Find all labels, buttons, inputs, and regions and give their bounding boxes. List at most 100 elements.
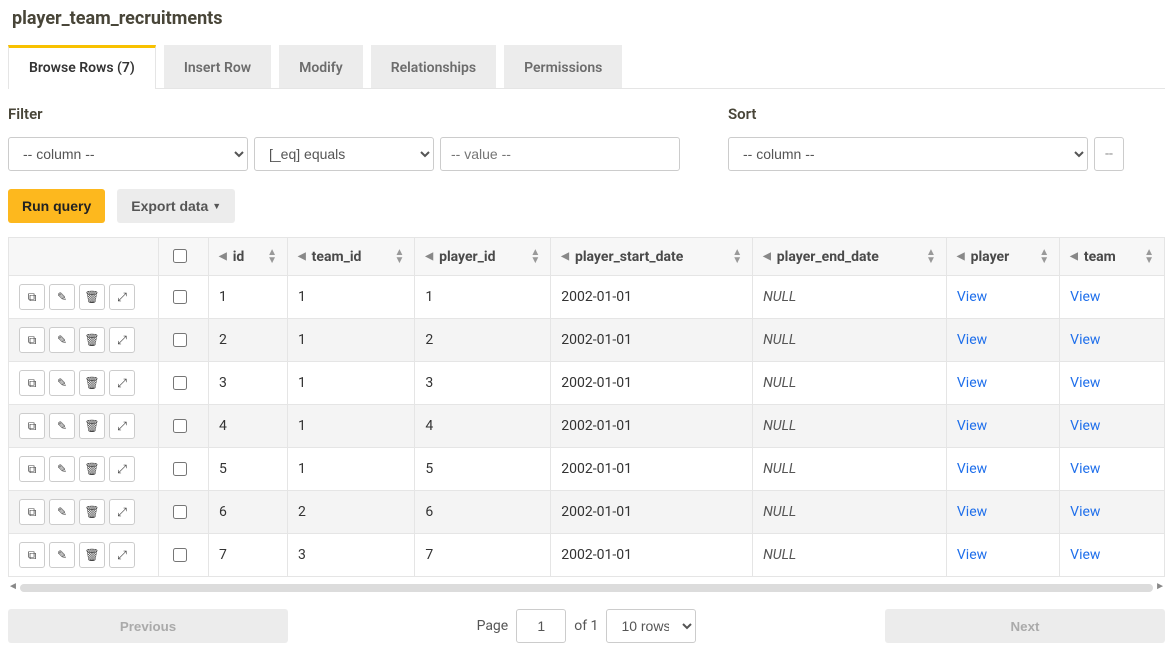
select-all-checkbox[interactable] bbox=[173, 249, 187, 263]
column-header-team_id[interactable]: ◀team_id▲▼ bbox=[287, 238, 414, 276]
edit-button[interactable]: ✎ bbox=[49, 284, 75, 310]
column-header-player[interactable]: ◀player▲▼ bbox=[946, 238, 1059, 276]
column-header-id[interactable]: ◀id▲▼ bbox=[209, 238, 288, 276]
view-link[interactable]: View bbox=[1070, 461, 1100, 477]
clone-button[interactable]: ⧉ bbox=[19, 284, 45, 310]
delete-button[interactable]: 🗑 bbox=[79, 284, 105, 310]
view-link[interactable]: View bbox=[957, 504, 987, 520]
tab-modify[interactable]: Modify bbox=[279, 45, 363, 88]
cell-player_end_date: NULL bbox=[753, 276, 947, 319]
expand-button[interactable]: ⤢ bbox=[109, 499, 135, 525]
row-checkbox[interactable] bbox=[173, 290, 187, 304]
cell-team: View bbox=[1060, 405, 1165, 448]
delete-button[interactable]: 🗑 bbox=[79, 456, 105, 482]
filter-column-select[interactable]: -- column -- bbox=[8, 137, 248, 171]
rows-per-page-select[interactable]: 10 rows bbox=[606, 609, 696, 643]
sort-direction-button[interactable]: -- bbox=[1094, 137, 1124, 171]
horizontal-scrollbar[interactable]: ◄ ► bbox=[8, 581, 1165, 595]
clone-button[interactable]: ⧉ bbox=[19, 499, 45, 525]
clone-button[interactable]: ⧉ bbox=[19, 542, 45, 568]
caret-left-icon: ◀ bbox=[425, 251, 433, 262]
view-link[interactable]: View bbox=[1070, 375, 1100, 391]
expand-icon: ⤢ bbox=[117, 548, 127, 563]
view-link[interactable]: View bbox=[1070, 547, 1100, 563]
row-checkbox[interactable] bbox=[173, 505, 187, 519]
cell-player_id: 6 bbox=[415, 491, 551, 534]
column-label: team bbox=[1084, 249, 1116, 265]
cell-team_id: 1 bbox=[287, 319, 414, 362]
expand-button[interactable]: ⤢ bbox=[109, 542, 135, 568]
delete-button[interactable]: 🗑 bbox=[79, 542, 105, 568]
page-input[interactable] bbox=[516, 609, 566, 643]
view-link[interactable]: View bbox=[1070, 418, 1100, 434]
view-link[interactable]: View bbox=[957, 375, 987, 391]
view-link[interactable]: View bbox=[957, 547, 987, 563]
caret-left-icon: ◀ bbox=[957, 251, 965, 262]
column-header-player_end_date[interactable]: ◀player_end_date▲▼ bbox=[753, 238, 947, 276]
caret-left-icon: ◀ bbox=[298, 251, 306, 262]
expand-icon: ⤢ bbox=[117, 290, 127, 305]
column-label: player_start_date bbox=[575, 249, 683, 265]
column-header-team[interactable]: ◀team▲▼ bbox=[1060, 238, 1165, 276]
run-query-button[interactable]: Run query bbox=[8, 189, 105, 223]
cell-player: View bbox=[946, 534, 1059, 577]
export-data-label: Export data bbox=[131, 198, 208, 214]
pager: Previous Page of 1 10 rows Next bbox=[8, 605, 1165, 655]
export-data-button[interactable]: Export data ▼ bbox=[117, 189, 235, 223]
cell-player: View bbox=[946, 362, 1059, 405]
expand-button[interactable]: ⤢ bbox=[109, 327, 135, 353]
edit-button[interactable]: ✎ bbox=[49, 499, 75, 525]
expand-icon: ⤢ bbox=[117, 419, 127, 434]
select-all-header bbox=[159, 238, 209, 276]
edit-button[interactable]: ✎ bbox=[49, 542, 75, 568]
previous-button[interactable]: Previous bbox=[8, 609, 288, 643]
row-checkbox[interactable] bbox=[173, 419, 187, 433]
next-button[interactable]: Next bbox=[885, 609, 1165, 643]
page-of-label: of 1 bbox=[574, 618, 598, 634]
sort-column-select[interactable]: -- column -- bbox=[728, 137, 1088, 171]
cell-player_id: 5 bbox=[415, 448, 551, 491]
clone-button[interactable]: ⧉ bbox=[19, 327, 45, 353]
cell-player_end_date: NULL bbox=[753, 405, 947, 448]
clone-button[interactable]: ⧉ bbox=[19, 370, 45, 396]
delete-button[interactable]: 🗑 bbox=[79, 499, 105, 525]
delete-button[interactable]: 🗑 bbox=[79, 370, 105, 396]
tab-insert-row[interactable]: Insert Row bbox=[164, 45, 271, 88]
tab-browse-rows-7[interactable]: Browse Rows (7) bbox=[8, 45, 156, 89]
expand-button[interactable]: ⤢ bbox=[109, 370, 135, 396]
column-header-player_id[interactable]: ◀player_id▲▼ bbox=[415, 238, 551, 276]
clone-icon: ⧉ bbox=[28, 548, 37, 563]
delete-icon: 🗑 bbox=[84, 376, 99, 390]
column-header-player_start_date[interactable]: ◀player_start_date▲▼ bbox=[551, 238, 753, 276]
edit-button[interactable]: ✎ bbox=[49, 413, 75, 439]
view-link[interactable]: View bbox=[957, 461, 987, 477]
view-link[interactable]: View bbox=[957, 289, 987, 305]
row-checkbox[interactable] bbox=[173, 333, 187, 347]
clone-button[interactable]: ⧉ bbox=[19, 413, 45, 439]
edit-icon: ✎ bbox=[57, 505, 67, 519]
view-link[interactable]: View bbox=[1070, 504, 1100, 520]
row-checkbox[interactable] bbox=[173, 376, 187, 390]
view-link[interactable]: View bbox=[957, 332, 987, 348]
view-link[interactable]: View bbox=[957, 418, 987, 434]
view-link[interactable]: View bbox=[1070, 289, 1100, 305]
table-row: ⧉✎🗑⤢7372002-01-01NULLViewView bbox=[9, 534, 1165, 577]
delete-icon: 🗑 bbox=[84, 290, 99, 304]
edit-button[interactable]: ✎ bbox=[49, 370, 75, 396]
filter-value-input[interactable] bbox=[440, 137, 680, 171]
expand-button[interactable]: ⤢ bbox=[109, 413, 135, 439]
tab-relationships[interactable]: Relationships bbox=[371, 45, 496, 88]
tab-permissions[interactable]: Permissions bbox=[504, 45, 622, 88]
expand-button[interactable]: ⤢ bbox=[109, 456, 135, 482]
actions-header bbox=[9, 238, 159, 276]
delete-button[interactable]: 🗑 bbox=[79, 413, 105, 439]
row-checkbox[interactable] bbox=[173, 462, 187, 476]
expand-button[interactable]: ⤢ bbox=[109, 284, 135, 310]
edit-button[interactable]: ✎ bbox=[49, 456, 75, 482]
row-checkbox[interactable] bbox=[173, 548, 187, 562]
filter-operator-select[interactable]: [_eq] equals bbox=[254, 137, 434, 171]
edit-button[interactable]: ✎ bbox=[49, 327, 75, 353]
clone-button[interactable]: ⧉ bbox=[19, 456, 45, 482]
view-link[interactable]: View bbox=[1070, 332, 1100, 348]
delete-button[interactable]: 🗑 bbox=[79, 327, 105, 353]
